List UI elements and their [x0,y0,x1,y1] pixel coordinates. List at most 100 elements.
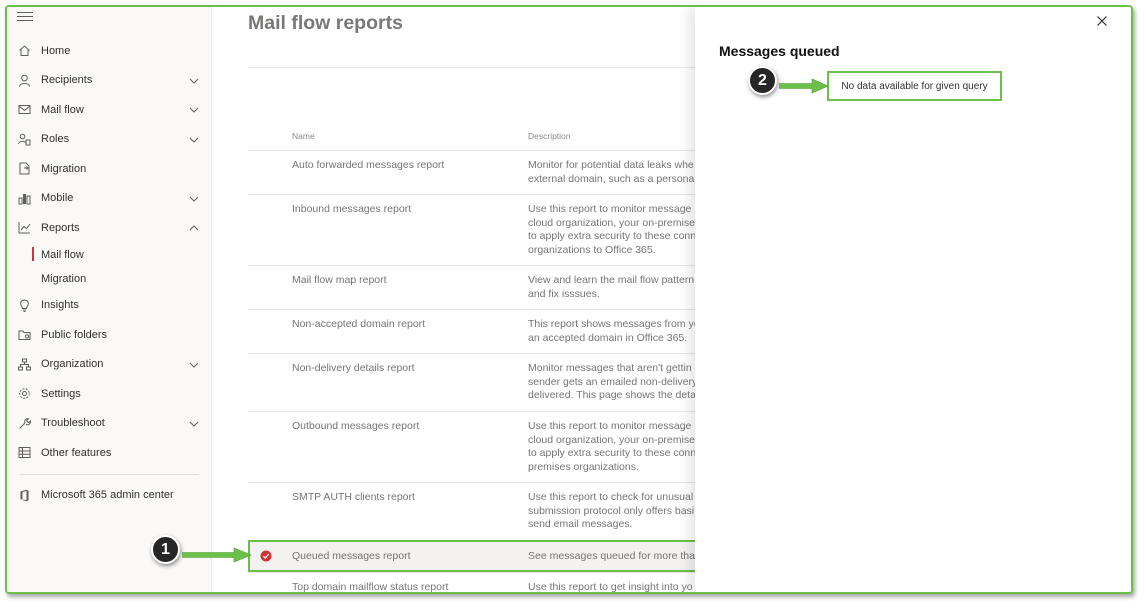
report-description-line: and fix isssues. [528,287,600,300]
sidebar-item-troubleshoot[interactable]: Troubleshoot [7,409,212,439]
report-name[interactable]: Auto forwarded messages report [292,159,444,171]
table-row[interactable]: Mail flow map report View and learn the … [248,265,708,309]
report-description-line: cloud organization, your on-premise [528,433,695,446]
report-description-line: Use this report to monitor message [528,420,692,432]
report-description-line: an accepted domain in Office 365. [528,331,688,344]
table-row[interactable]: Non-delivery details report Monitor mess… [248,353,708,411]
sidebar-item-label: Mobile [41,192,74,205]
home-icon [18,44,31,57]
sidebar-item-public-folders[interactable]: Public folders [7,320,212,350]
report-description-line: organizations to Office 365. [528,243,656,256]
report-description-line: send email messages. [528,518,633,530]
column-header-description[interactable]: Description [528,131,571,141]
sidebar-item-organization[interactable]: Organization [7,350,212,380]
sidebar-item-reports[interactable]: Reports [7,213,212,243]
report-description-line: Use this report to get insight into yo [528,581,693,593]
lightbulb-icon [18,298,31,312]
report-description-line: external domain, such as a personal [528,172,697,185]
sidebar-item-label: Home [41,44,71,57]
report-description-line: delivered. This page shows the detai [528,389,699,401]
sidebar-item-label: Organization [41,358,104,371]
sidebar-subitem-label: Migration [41,272,87,285]
report-description: Use this report to get insight into yo [528,581,708,593]
sidebar-item-m365-admin-center[interactable]: Microsoft 365 admin center [7,481,212,511]
chevron-down-icon[interactable] [189,135,199,145]
report-description: Use this report to check for unusual sub… [528,491,708,532]
report-description-line: Monitor messages that aren't gettin [528,362,692,374]
no-data-message: No data available for given query [827,71,1002,101]
sidebar-item-label: Insights [41,299,79,312]
migration-icon [18,162,31,175]
sidebar-item-label: Migration [41,162,87,175]
callout-badge-2: 2 [748,66,777,95]
report-description: This report shows messages from yo an ac… [528,318,708,345]
sidebar-item-mobile[interactable]: Mobile [7,184,212,214]
sidebar-item-settings[interactable]: Settings [7,379,212,409]
chart-icon [18,221,31,234]
report-description-line: to apply extra security to these conn [528,447,697,459]
report-description-line: Use this report to check for unusual [528,491,694,503]
divider [248,67,708,68]
report-name[interactable]: SMTP AUTH clients report [292,491,415,503]
report-description-line: View and learn the mail flow pattern [528,274,695,286]
mobile-icon [18,192,31,205]
nav-divider [20,473,199,475]
report-description-line: Use this report to monitor message [528,203,692,215]
table-row[interactable]: Auto forwarded messages report Monitor f… [248,150,708,194]
report-name[interactable]: Non-delivery details report [292,362,415,374]
report-description: Use this report to monitor message cloud… [528,203,708,257]
report-description: Use this report to monitor message cloud… [528,420,708,474]
sidebar-item-mail-flow[interactable]: Mail flow [7,95,212,125]
report-description-line: to apply extra security to these conn [528,230,697,242]
gear-icon [18,387,31,400]
report-description: Monitor for potential data leaks whe ext… [528,159,708,186]
report-description-line: cloud organization, your on-premise [528,216,695,229]
sidebar-item-label: Other features [41,446,112,459]
page-title: Mail flow reports [248,12,403,34]
folder-icon [18,328,31,341]
close-icon[interactable] [1094,13,1110,29]
sidebar-item-label: Recipients [41,74,93,87]
sidebar-subitem-migration[interactable]: Migration [7,267,212,291]
sidebar-item-recipients[interactable]: Recipients [7,66,212,96]
hamburger-menu-icon[interactable] [17,12,33,26]
org-icon [18,358,31,371]
sidebar-subitem-mail-flow[interactable]: Mail flow [7,243,212,267]
chevron-down-icon[interactable] [189,76,199,86]
person-icon [18,74,31,87]
sidebar-item-label: Reports [41,221,80,234]
table-row[interactable]: Inbound messages report Use this report … [248,194,708,265]
sidebar-item-other-features[interactable]: Other features [7,438,212,468]
office-icon [18,489,31,502]
table-row[interactable]: Non-accepted domain report This report s… [248,309,708,353]
sidebar-item-insights[interactable]: Insights [7,291,212,321]
grid-icon [18,446,31,459]
chevron-down-icon[interactable] [189,194,199,204]
table-row[interactable]: Outbound messages report Use this report… [248,411,708,482]
chevron-up-icon[interactable] [189,223,199,233]
report-description-line: premises organizations. [528,460,639,473]
nav-list: Home Recipients Mail flow Roles Migratio… [7,36,212,510]
report-name[interactable]: Outbound messages report [292,420,419,432]
report-description: Monitor messages that aren't gettin send… [528,362,708,403]
selected-row-highlight [248,540,700,572]
report-description-line: submission protocol only offers basi [528,504,695,517]
sidebar-item-roles[interactable]: Roles [7,125,212,155]
report-name[interactable]: Non-accepted domain report [292,318,425,330]
wrench-icon [18,417,31,430]
sidebar-item-label: Troubleshoot [41,417,105,430]
report-name[interactable]: Top domain mailflow status report [292,581,448,592]
sidebar-subitem-label: Mail flow [41,248,84,261]
table-row[interactable]: SMTP AUTH clients report Use this report… [248,482,708,541]
column-header-name[interactable]: Name [292,131,315,141]
report-name[interactable]: Inbound messages report [292,203,411,215]
report-name[interactable]: Mail flow map report [292,274,387,286]
chevron-down-icon[interactable] [189,360,199,370]
sidebar-item-home[interactable]: Home [7,36,212,66]
mail-icon [18,103,31,116]
arrow-icon [182,547,252,563]
chevron-down-icon[interactable] [189,419,199,429]
chevron-down-icon[interactable] [189,105,199,115]
sidebar-item-migration[interactable]: Migration [7,154,212,184]
table-row[interactable]: Top domain mailflow status report Use th… [248,572,708,593]
